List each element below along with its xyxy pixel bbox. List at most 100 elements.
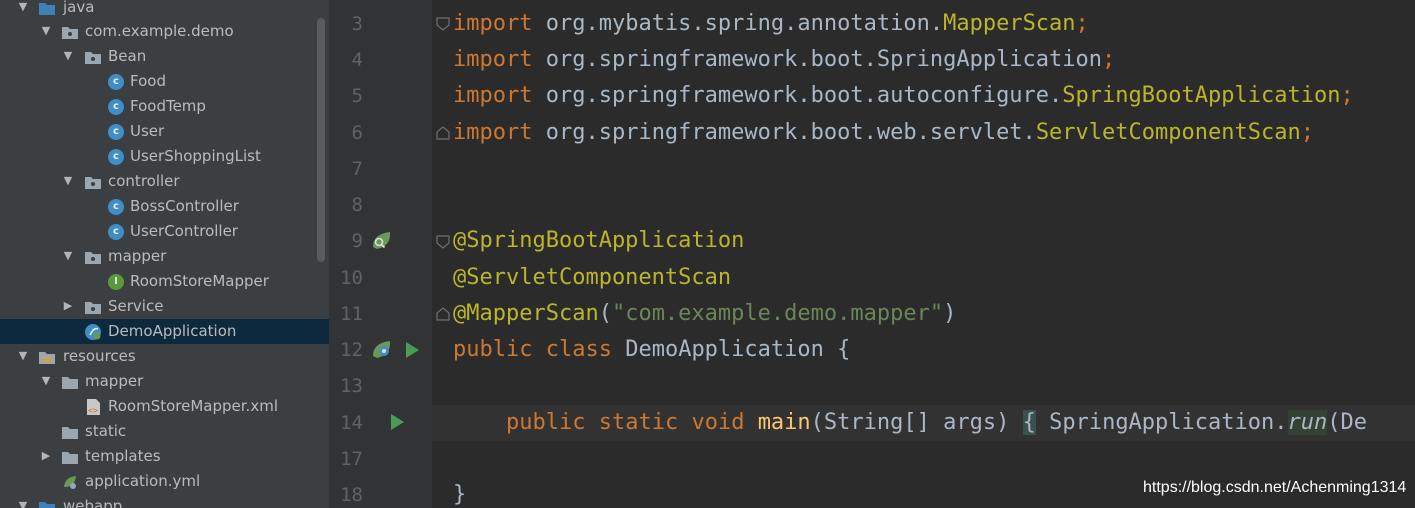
keyword: class xyxy=(545,337,612,362)
fold-end-icon[interactable] xyxy=(436,125,450,140)
tree-item-label: BossController xyxy=(130,197,239,215)
code-line[interactable]: public class DemoApplication { xyxy=(453,332,850,368)
tree-item-label: DemoApplication xyxy=(108,322,237,340)
tree-item-resources[interactable]: ▼ resources xyxy=(0,344,329,369)
tree-item-folder[interactable]: ▶ templates xyxy=(0,444,329,469)
keyword: import xyxy=(453,11,533,36)
parameters: (String[] args) xyxy=(810,410,1023,435)
tree-item-package[interactable]: ▶ Service xyxy=(0,294,329,319)
line-number: 3 xyxy=(351,13,363,35)
tree-scrollbar[interactable] xyxy=(317,18,325,262)
tree-item-folder[interactable]: ▼ mapper xyxy=(0,369,329,394)
class-icon: c xyxy=(107,198,125,216)
tree-item-class[interactable]: c UserController xyxy=(0,219,329,244)
tree-item-folder[interactable]: static xyxy=(0,419,329,444)
expand-arrow-icon[interactable]: ▼ xyxy=(17,350,29,362)
tree-item-label: webapp xyxy=(63,497,123,508)
class-icon: c xyxy=(107,148,125,166)
project-tree[interactable]: ▼ java ▼ com.example.demo ▼ Bean c Food … xyxy=(0,0,329,508)
keyword: public xyxy=(505,410,586,435)
tree-item-package[interactable]: ▼ mapper xyxy=(0,244,329,269)
code-line[interactable]: @SpringBootApplication xyxy=(453,223,744,259)
tree-item-package[interactable]: ▼ com.example.demo xyxy=(0,19,329,44)
collapse-arrow-icon[interactable]: ▶ xyxy=(62,300,74,312)
tree-item-class[interactable]: c UserShoppingList xyxy=(0,144,329,169)
expand-arrow-icon[interactable]: ▼ xyxy=(40,375,52,387)
tree-item-class[interactable]: c FoodTemp xyxy=(0,94,329,119)
code-line[interactable]: import org.springframework.boot.autoconf… xyxy=(453,78,1354,114)
class-icon: c xyxy=(107,123,125,141)
code-line-current[interactable]: public static void main(String[] args) {… xyxy=(432,405,1415,441)
spring-bean-icon[interactable] xyxy=(370,338,394,362)
class-icon: c xyxy=(107,223,125,241)
class-icon: c xyxy=(107,73,125,91)
package-icon xyxy=(84,173,102,191)
xml-file-icon: <> xyxy=(84,398,102,416)
semicolon: ; xyxy=(1075,11,1089,36)
tree-item-xml-file[interactable]: <> RoomStoreMapper.xml xyxy=(0,394,329,419)
tree-item-java[interactable]: ▼ java xyxy=(0,0,329,20)
expand-arrow-icon[interactable]: ▼ xyxy=(62,250,74,262)
package-icon xyxy=(84,248,102,266)
line-number: 13 xyxy=(340,375,363,397)
code-line[interactable]: } xyxy=(453,477,466,508)
code-line[interactable]: import org.springframework.boot.web.serv… xyxy=(453,115,1314,151)
folder-icon xyxy=(61,448,79,466)
line-number: 5 xyxy=(351,85,363,107)
run-icon[interactable] xyxy=(400,338,424,362)
package-icon xyxy=(61,23,79,41)
fold-start-icon[interactable] xyxy=(436,234,450,249)
code-line[interactable]: import org.springframework.boot.SpringAp… xyxy=(453,42,1115,78)
keyword: public xyxy=(453,337,533,362)
expand-arrow-icon[interactable]: ▼ xyxy=(17,500,29,508)
annotation: @MapperScan xyxy=(453,301,599,326)
tree-item-label: RoomStoreMapper.xml xyxy=(108,397,278,415)
code-line[interactable]: import org.mybatis.spring.annotation.Map… xyxy=(453,6,1089,42)
run-icon[interactable] xyxy=(385,410,409,434)
tree-item-label: mapper xyxy=(108,247,167,265)
tree-item-package[interactable]: ▼ controller xyxy=(0,169,329,194)
resources-folder-icon xyxy=(38,348,56,366)
tree-item-label: java xyxy=(63,0,95,16)
line-number: 4 xyxy=(351,49,363,71)
source-folder-icon xyxy=(38,0,56,17)
tree-item-package[interactable]: ▼ Bean xyxy=(0,44,329,69)
annotation: @SpringBootApplication xyxy=(453,228,745,253)
tree-item-class[interactable]: c User xyxy=(0,119,329,144)
line-number: 8 xyxy=(351,194,363,216)
fold-end-icon[interactable] xyxy=(436,306,450,321)
tree-item-webapp[interactable]: ▼ webapp xyxy=(0,494,329,508)
code-line[interactable]: @MapperScan("com.example.demo.mapper") xyxy=(453,296,956,332)
class-name: MapperScan xyxy=(943,11,1076,36)
collapse-arrow-icon[interactable]: ▶ xyxy=(40,450,52,462)
tree-item-label: templates xyxy=(85,447,161,465)
tree-item-demo-application[interactable]: DemoApplication xyxy=(0,319,329,344)
expand-arrow-icon[interactable]: ▼ xyxy=(62,175,74,187)
tree-item-label: Service xyxy=(108,297,164,315)
tree-item-label: FoodTemp xyxy=(130,97,206,115)
expand-arrow-icon[interactable]: ▼ xyxy=(40,25,52,37)
tree-item-interface[interactable]: I RoomStoreMapper xyxy=(0,269,329,294)
expand-arrow-icon[interactable]: ▼ xyxy=(62,50,74,62)
tree-item-class[interactable]: c Food xyxy=(0,69,329,94)
tree-item-yaml-file[interactable]: application.yml xyxy=(0,469,329,494)
line-number: 9 xyxy=(351,230,363,252)
line-number: 18 xyxy=(340,484,363,506)
folded-brace[interactable]: { xyxy=(1022,410,1036,435)
tree-item-label: controller xyxy=(108,172,180,190)
keyword: import xyxy=(453,120,533,145)
package-path: org.springframework.boot.web.servlet. xyxy=(532,120,1036,145)
tree-item-label: application.yml xyxy=(85,472,201,490)
spring-bean-icon[interactable] xyxy=(370,229,394,253)
line-number: 17 xyxy=(340,448,363,470)
code-line[interactable]: @ServletComponentScan xyxy=(453,260,731,296)
call-args: (De xyxy=(1327,410,1368,435)
expand-arrow-icon[interactable]: ▼ xyxy=(17,1,29,13)
tree-item-label: User xyxy=(130,122,165,140)
fold-start-icon[interactable] xyxy=(436,16,450,31)
static-method: run xyxy=(1287,410,1328,435)
tree-item-class[interactable]: c BossController xyxy=(0,194,329,219)
line-number: 11 xyxy=(340,303,363,325)
tree-item-label: UserShoppingList xyxy=(130,147,261,165)
package-path: org.springframework.boot.SpringApplicati… xyxy=(532,47,1103,72)
